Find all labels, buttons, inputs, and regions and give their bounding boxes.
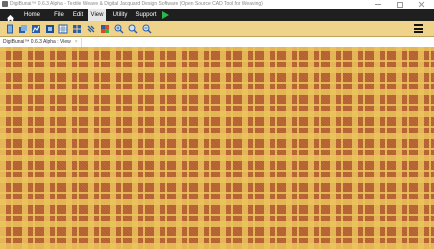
front-view-icon[interactable] — [44, 23, 55, 34]
zoom-normal-icon[interactable] — [127, 23, 138, 34]
menu-file[interactable]: File — [51, 9, 67, 21]
hamburger-menu-icon[interactable] — [413, 23, 424, 34]
view-toolbar — [0, 21, 434, 37]
play-icon[interactable] — [162, 11, 169, 19]
menu-edit[interactable]: Edit — [70, 9, 86, 21]
menu-view[interactable]: View — [88, 9, 106, 21]
rear-view-icon[interactable] — [57, 23, 68, 34]
tab-close-icon[interactable]: × — [75, 38, 78, 47]
tiling-view-icon[interactable] — [99, 23, 110, 34]
menu-home-screen[interactable]: Home Screen — [15, 9, 49, 30]
close-button[interactable] — [410, 0, 434, 9]
maximize-button[interactable] — [388, 0, 412, 9]
menu-utility[interactable]: Utility — [108, 9, 132, 21]
menu-bar: Home Screen File Edit View Utility Suppo… — [0, 9, 434, 30]
flip-view-icon[interactable] — [71, 23, 82, 34]
menu-support[interactable]: Support — [134, 9, 158, 21]
zoom-in-icon[interactable] — [113, 23, 124, 34]
app-icon — [2, 1, 8, 7]
minimize-button[interactable] — [366, 0, 390, 9]
tab-view[interactable]: DigiBunai™ 0.6.3 Alpha : View × — [0, 38, 82, 47]
zoom-out-icon[interactable] — [141, 23, 152, 34]
grid-view-icon[interactable] — [17, 23, 28, 34]
window-title: DigiBunai™ 0.6.3 Alpha - Textile Weave &… — [10, 1, 263, 7]
fabric-simulation-canvas[interactable] — [0, 47, 434, 249]
graph-view-icon[interactable] — [30, 23, 41, 34]
tab-bar: DigiBunai™ 0.6.3 Alpha : View × — [0, 37, 434, 47]
tab-label: DigiBunai™ 0.6.3 Alpha : View — [3, 39, 71, 45]
composite-view-icon[interactable] — [4, 23, 15, 34]
home-icon[interactable] — [6, 10, 15, 23]
simulation-view-icon[interactable] — [85, 23, 96, 34]
